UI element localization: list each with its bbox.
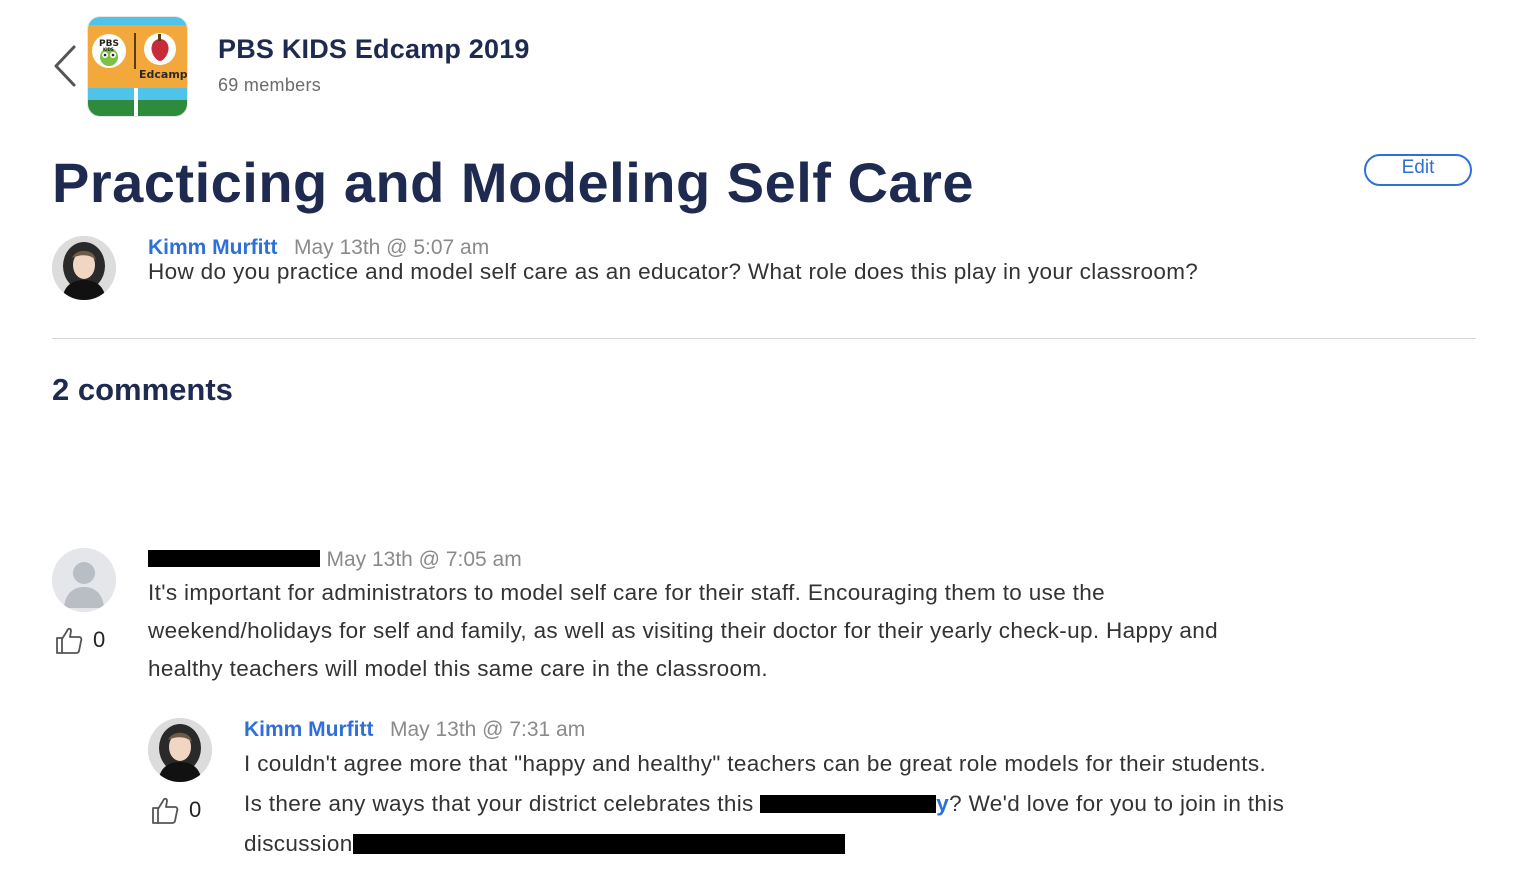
like-count: 0 xyxy=(93,627,106,652)
redacted-mention[interactable] xyxy=(760,795,937,813)
person-silhouette-icon xyxy=(52,548,116,612)
mention-tail[interactable]: y xyxy=(936,791,949,816)
svg-text:Edcamp: Edcamp xyxy=(139,68,187,81)
like-count: 0 xyxy=(189,797,202,822)
avatar[interactable] xyxy=(52,548,116,612)
comment-body: It's important for administrators to mod… xyxy=(148,574,1218,688)
redacted-author-name xyxy=(148,550,320,567)
post-timestamp: May 13th @ 5:07 am xyxy=(293,236,490,259)
comment-line: It's important for administrators to mod… xyxy=(148,580,1106,605)
avatar[interactable] xyxy=(148,718,212,782)
svg-text:KIDS: KIDS xyxy=(103,47,114,52)
reply-author-name[interactable]: Kimm Murfitt xyxy=(244,718,374,741)
member-count: 69 members xyxy=(218,75,322,95)
post-author-name[interactable]: Kimm Murfitt xyxy=(148,236,278,259)
group-name[interactable]: PBS KIDS Edcamp 2019 xyxy=(218,34,530,65)
comment-timestamp: May 13th @ 7:05 am xyxy=(326,548,522,571)
reply-timestamp: May 13th @ 7:31 am xyxy=(389,718,586,741)
reply-line: Is there any ways that your district cel… xyxy=(244,784,1284,824)
avatar[interactable] xyxy=(52,236,116,300)
thumbs-up-icon xyxy=(152,797,179,824)
reply-text: discussion xyxy=(244,831,353,856)
edit-button[interactable]: Edit xyxy=(1364,154,1472,186)
pbs-kids-edcamp-logo: PBS KIDS Edcamp xyxy=(88,17,187,116)
chevron-left-icon xyxy=(54,45,76,87)
post-body: How do you practice and model self care … xyxy=(148,259,1199,284)
like-button[interactable]: 0 xyxy=(150,794,210,826)
comment-line: healthy teachers will model this same ca… xyxy=(148,656,769,681)
redacted-mentions[interactable] xyxy=(352,834,845,854)
back-button[interactable] xyxy=(52,44,82,88)
reply-line: discussion xyxy=(244,824,1284,864)
post-title: Practicing and Modeling Self Care xyxy=(52,151,975,214)
group-logo[interactable]: PBS KIDS Edcamp xyxy=(88,17,187,116)
like-button[interactable]: 0 xyxy=(54,624,114,656)
divider xyxy=(52,338,1476,339)
reply-author-photo xyxy=(148,718,212,782)
comment-line: weekend/holidays for self and family, as… xyxy=(148,618,1219,643)
thumbs-up-icon xyxy=(56,627,83,654)
author-photo xyxy=(52,236,116,300)
reply-line: I couldn't agree more that "happy and he… xyxy=(244,751,1267,776)
reply-body: I couldn't agree more that "happy and he… xyxy=(244,744,1284,864)
comments-heading: 2 comments xyxy=(52,372,233,407)
reply-text: Is there any ways that your district cel… xyxy=(244,791,761,816)
reply-text: ? We'd love for you to join in this xyxy=(949,791,1285,816)
